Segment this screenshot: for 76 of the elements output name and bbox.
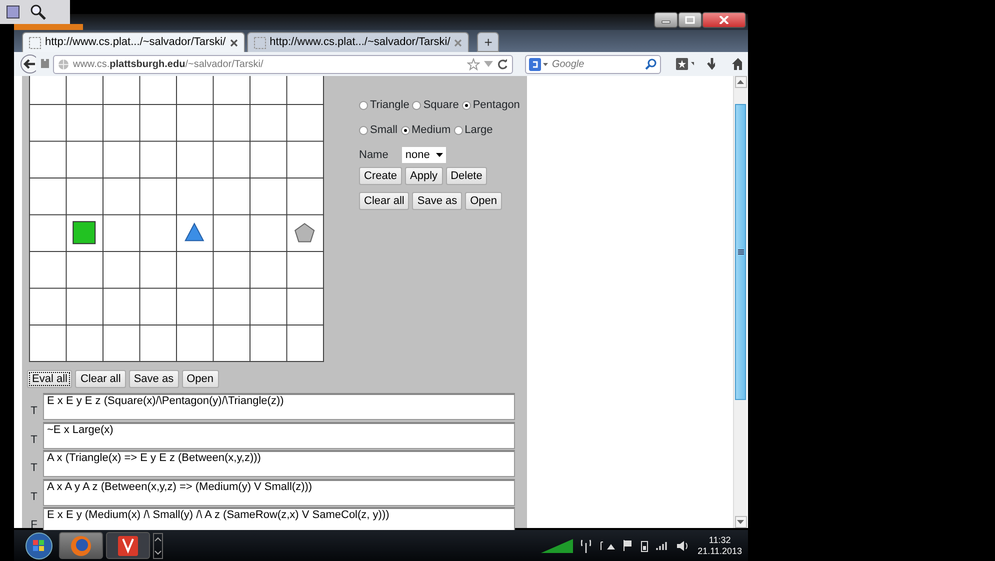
antenna-icon[interactable] (580, 538, 591, 552)
sentence-field[interactable]: E x E y E z (Square(x)/\Pentagon(y)/\Triangle(z)) (43, 393, 515, 420)
sentence-button[interactable]: Eval all (27, 370, 72, 388)
clock[interactable]: 11:32 21.11.2013 (698, 534, 742, 556)
url-text: www.cs.plattsburgh.edu/~salvador/Tarski/ (72, 58, 264, 72)
radio-option[interactable]: Pentagon (462, 97, 520, 114)
truth-value: T (30, 490, 38, 504)
signal-strength-icon[interactable] (540, 538, 573, 552)
app-icon (70, 534, 92, 556)
sentence-button[interactable]: Clear all (75, 370, 126, 388)
network-bars-icon[interactable] (656, 541, 668, 550)
address-bar[interactable]: www.cs.plattsburgh.edu/~salvador/Tarski/ (52, 54, 513, 74)
triangle-shape[interactable] (184, 222, 204, 242)
window-icon[interactable] (6, 5, 20, 19)
name-label: Name (359, 148, 388, 163)
home-icon[interactable] (731, 57, 742, 71)
flag-icon[interactable] (622, 540, 633, 551)
tray-arrow-icon[interactable] (598, 540, 615, 550)
world-grid[interactable] (29, 76, 324, 362)
tab-title: http://www.cs.plat.../~salvador/Tarski/ (45, 35, 226, 50)
object-button[interactable]: Create (359, 167, 402, 185)
search-engine-icon[interactable] (528, 58, 549, 70)
page-icon (29, 36, 41, 48)
bookmarks-icon[interactable] (674, 57, 694, 71)
taskbar-app-button[interactable] (106, 532, 150, 559)
up-arrow-icon[interactable] (737, 80, 744, 84)
name-select[interactable]: none (402, 147, 446, 163)
search-bar[interactable]: Google (524, 54, 661, 74)
minimize-button[interactable] (654, 12, 678, 28)
tab-title: http://www.cs.plat.../~salvador/Tarski/ (270, 35, 450, 50)
truth-value: T (30, 432, 38, 448)
taskbar-scroll-icon[interactable] (153, 532, 163, 558)
radio-option[interactable]: Square (412, 97, 459, 114)
sentence-field[interactable]: A x (Triangle(x) => E y E z (Between(x,y,z))) (43, 450, 515, 477)
maximize-icon (685, 16, 695, 24)
sentence-button[interactable]: Open (182, 370, 218, 388)
truth-value: F (30, 518, 38, 533)
sentence-field[interactable]: ~E x Large(x) (43, 422, 515, 448)
world-button[interactable]: Open (465, 192, 502, 210)
world-button[interactable]: Clear all (359, 192, 410, 210)
sentence-button[interactable]: Save as (128, 370, 179, 388)
page-icon (254, 36, 266, 48)
close-icon (719, 16, 729, 24)
close-icon[interactable] (230, 38, 238, 46)
search-icon[interactable] (644, 58, 657, 70)
truth-value: T (30, 404, 38, 419)
magnifier-icon[interactable] (30, 4, 46, 20)
object-button[interactable]: Apply (405, 167, 443, 185)
browser-tab[interactable]: http://www.cs.plat.../~salvador/Tarski/ (246, 32, 470, 52)
scrollbar[interactable] (733, 76, 747, 528)
down-arrow-icon[interactable] (737, 520, 744, 524)
pentagon-shape[interactable] (294, 222, 315, 242)
maximize-button[interactable] (678, 12, 702, 28)
world-button[interactable]: Save as (412, 192, 462, 210)
radio-option[interactable]: Medium (400, 122, 451, 138)
truth-value: T (30, 461, 38, 476)
star-icon[interactable] (466, 58, 480, 70)
object-button[interactable]: Delete (446, 167, 488, 185)
download-icon[interactable] (706, 57, 716, 71)
square-shape[interactable] (72, 221, 96, 244)
app-icon (117, 534, 139, 556)
close-button[interactable] (702, 12, 746, 28)
radio-option[interactable]: Triangle (359, 97, 410, 114)
back-icon[interactable] (20, 54, 36, 74)
radio-option[interactable]: Small (359, 122, 398, 138)
volume-icon[interactable] (676, 540, 690, 552)
new-tab-button[interactable]: + (477, 32, 500, 52)
globe-icon (58, 58, 69, 70)
browser-tab[interactable]: http://www.cs.plat.../~salvador/Tarski/ (22, 32, 245, 52)
sentence-field[interactable]: A x A y A z (Between(x,y,z) => (Medium(y) V Small(z))) (43, 478, 515, 506)
caret-icon (436, 153, 443, 157)
radio-option[interactable]: Large (454, 122, 493, 138)
grip-icon[interactable] (738, 249, 744, 255)
page-icon[interactable] (40, 59, 49, 69)
battery-icon[interactable] (640, 540, 648, 552)
reload-icon[interactable] (496, 58, 508, 70)
